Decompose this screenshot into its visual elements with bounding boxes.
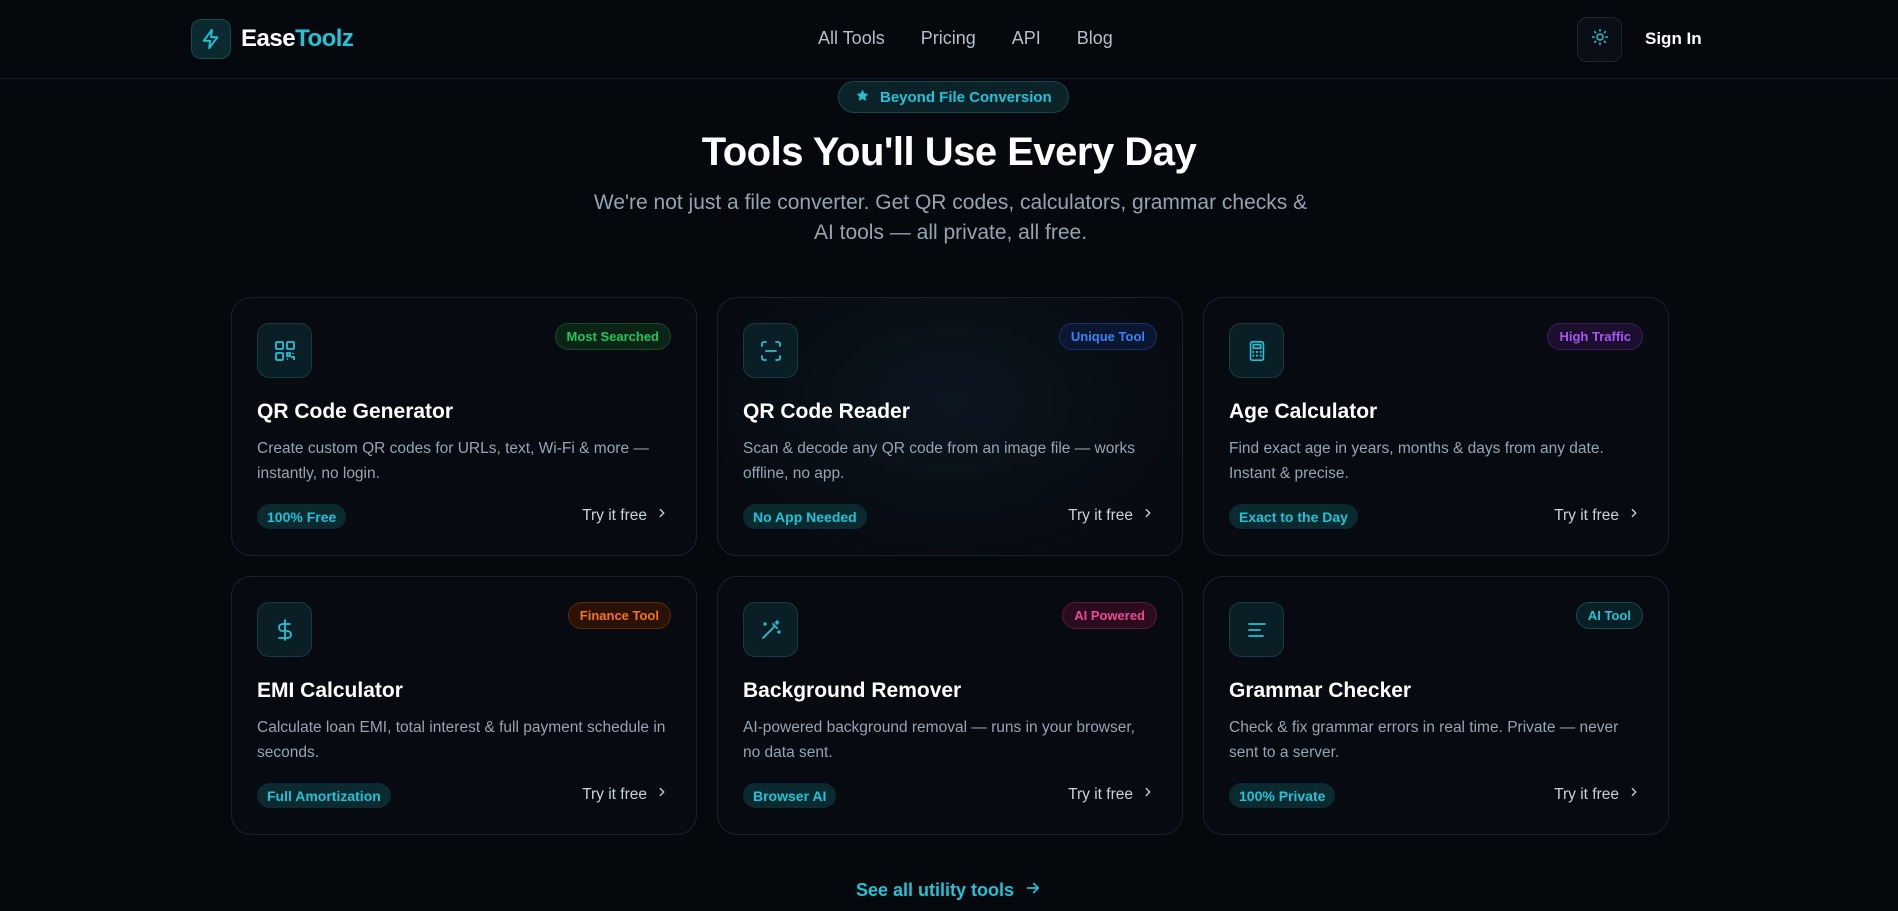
dollar-icon bbox=[257, 602, 312, 657]
try-free-link[interactable]: Try it free bbox=[582, 785, 669, 804]
section-title: Tools You'll Use Every Day bbox=[701, 130, 1197, 174]
feature-tag: No App Needed bbox=[743, 504, 867, 529]
magic-wand-icon bbox=[743, 602, 798, 657]
scan-icon bbox=[743, 323, 798, 378]
badge: Finance Tool bbox=[567, 602, 671, 629]
try-free-link[interactable]: Try it free bbox=[582, 506, 669, 525]
chevron-right-icon bbox=[655, 506, 669, 525]
card-description: Check & fix grammar errors in real time.… bbox=[1229, 719, 1619, 761]
try-free-label: Try it free bbox=[1554, 785, 1619, 803]
badge: High Traffic bbox=[1547, 323, 1643, 350]
try-free-label: Try it free bbox=[582, 785, 647, 803]
try-free-link[interactable]: Try it free bbox=[1554, 785, 1641, 804]
calculator-icon bbox=[1229, 323, 1284, 378]
feature-tag: Browser AI bbox=[743, 783, 837, 808]
card-description: Create custom QR codes for URLs, text, W… bbox=[257, 440, 649, 482]
badge: Unique Tool bbox=[1058, 323, 1157, 350]
card-description: Find exact age in years, months & days f… bbox=[1229, 440, 1604, 482]
try-free-label: Try it free bbox=[1068, 785, 1133, 803]
section-pill-label: Beyond File Conversion bbox=[880, 88, 1052, 106]
nav-all-tools[interactable]: All Tools bbox=[818, 28, 885, 49]
see-all-tools-label: See all utility tools bbox=[855, 880, 1015, 900]
card-description: Scan & decode any QR code from an image … bbox=[743, 440, 1135, 482]
chevron-right-icon bbox=[1627, 506, 1641, 525]
card-description: AI-powered background removal — runs in … bbox=[743, 719, 1135, 761]
chevron-right-icon bbox=[1141, 506, 1155, 525]
try-free-label: Try it free bbox=[1068, 506, 1133, 524]
arrow-right-icon bbox=[1024, 879, 1042, 902]
card-title: QR Code Generator bbox=[257, 400, 454, 423]
badge: AI Powered bbox=[1062, 602, 1157, 629]
text-align-icon bbox=[1229, 602, 1284, 657]
nav-pricing[interactable]: Pricing bbox=[921, 28, 976, 49]
try-free-link[interactable]: Try it free bbox=[1068, 506, 1155, 525]
star-icon bbox=[855, 88, 870, 107]
main-nav: All Tools Pricing API Blog bbox=[818, 28, 1113, 49]
chevron-right-icon bbox=[1627, 785, 1641, 804]
chevron-right-icon bbox=[655, 785, 669, 804]
see-all-tools-link[interactable]: See all utility tools bbox=[0, 879, 1898, 902]
sign-in-button[interactable]: Sign In bbox=[1645, 29, 1702, 49]
feature-tag: Exact to the Day bbox=[1229, 504, 1358, 529]
try-free-link[interactable]: Try it free bbox=[1068, 785, 1155, 804]
section-pill: Beyond File Conversion bbox=[838, 81, 1069, 113]
tool-card-grammar-checker[interactable]: AI Tool Grammar Checker Check & fix gram… bbox=[1203, 576, 1669, 835]
brand-name-ease: Ease bbox=[241, 25, 296, 52]
brand-logo[interactable]: EaseToolz bbox=[191, 19, 354, 59]
feature-tag: Full Amortization bbox=[257, 783, 391, 808]
try-free-label: Try it free bbox=[1554, 506, 1619, 524]
card-title: Age Calculator bbox=[1229, 400, 1378, 423]
badge: AI Tool bbox=[1575, 602, 1643, 629]
nav-blog[interactable]: Blog bbox=[1077, 28, 1113, 49]
top-header: EaseToolz All Tools Pricing API Blog Sig… bbox=[0, 0, 1898, 79]
badge: Most Searched bbox=[554, 323, 671, 350]
tool-card-age-calculator[interactable]: High Traffic Age Calculator Find exact a… bbox=[1203, 297, 1669, 556]
try-free-label: Try it free bbox=[582, 506, 647, 524]
qr-code-icon bbox=[257, 323, 312, 378]
feature-tag: 100% Private bbox=[1229, 783, 1336, 808]
card-description: Calculate loan EMI, total interest & ful… bbox=[257, 719, 666, 761]
section-subtitle: We're not just a file converter. Get QR … bbox=[593, 191, 1308, 244]
card-title: EMI Calculator bbox=[257, 679, 403, 702]
try-free-link[interactable]: Try it free bbox=[1554, 506, 1641, 525]
card-title: QR Code Reader bbox=[743, 400, 910, 423]
bolt-icon bbox=[191, 19, 231, 59]
tool-card-qr-reader[interactable]: Unique Tool QR Code Reader Scan & decode… bbox=[717, 297, 1183, 556]
feature-tag: 100% Free bbox=[257, 504, 347, 529]
card-title: Background Remover bbox=[743, 679, 962, 702]
chevron-right-icon bbox=[1141, 785, 1155, 804]
brand-name-toolz: Toolz bbox=[295, 25, 354, 52]
tool-card-emi-calculator[interactable]: Finance Tool EMI Calculator Calculate lo… bbox=[231, 576, 697, 835]
nav-api[interactable]: API bbox=[1012, 28, 1041, 49]
sun-icon bbox=[1591, 28, 1609, 51]
card-title: Grammar Checker bbox=[1229, 679, 1412, 702]
theme-toggle-button[interactable] bbox=[1577, 17, 1622, 62]
tool-card-qr-generator[interactable]: Most Searched QR Code Generator Create c… bbox=[231, 297, 697, 556]
tool-card-background-remover[interactable]: AI Powered Background Remover AI-powered… bbox=[717, 576, 1183, 835]
brand-name: EaseToolz bbox=[241, 25, 354, 53]
